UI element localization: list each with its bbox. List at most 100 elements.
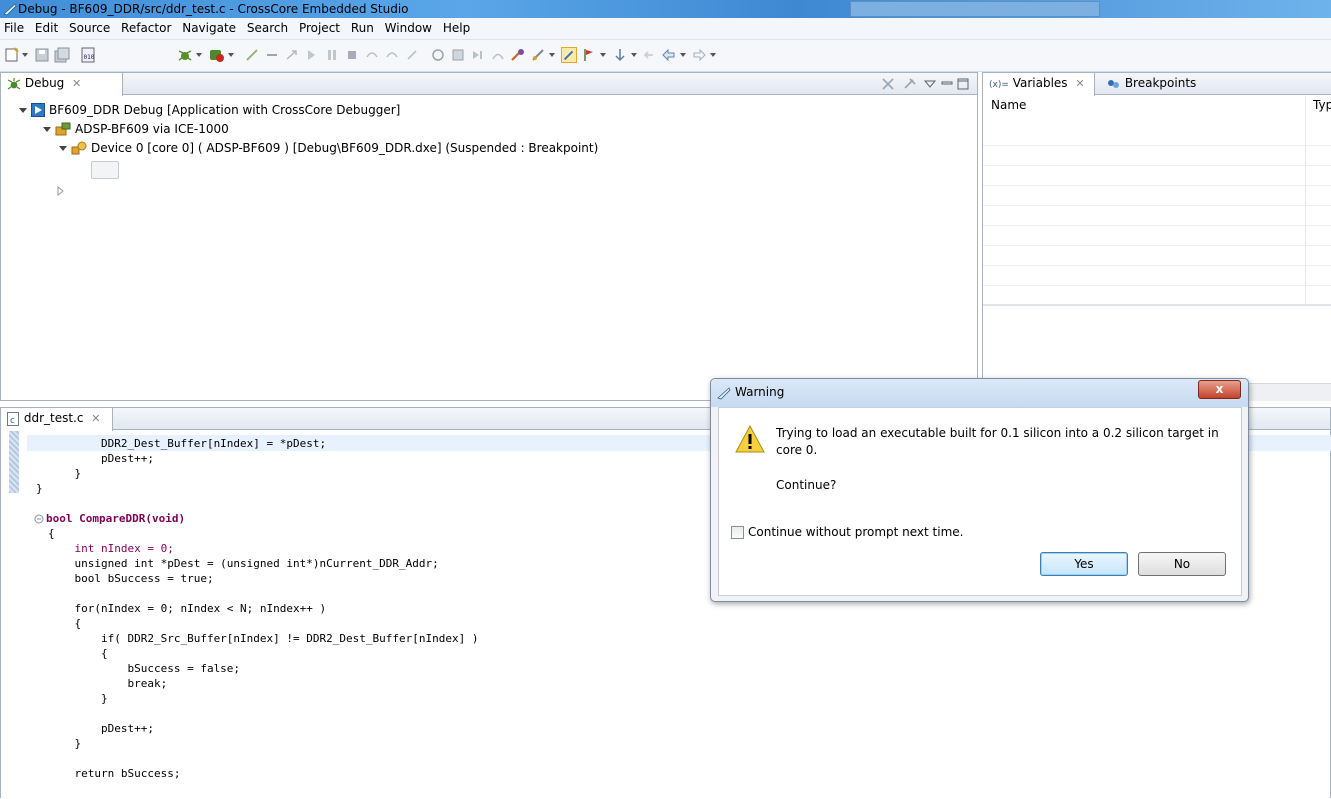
table-row[interactable] <box>983 186 1331 206</box>
close-icon[interactable]: ✕ <box>1075 77 1084 90</box>
remove-terminated-icon[interactable] <box>881 77 897 91</box>
app-icon <box>3 3 17 16</box>
new-icon[interactable] <box>4 47 20 63</box>
forward-icon[interactable] <box>691 47 707 63</box>
col-header-name[interactable]: Name <box>991 98 1026 112</box>
code-line: pDest++; <box>48 452 154 465</box>
table-row[interactable] <box>983 246 1331 266</box>
reload-icon[interactable] <box>430 47 446 63</box>
maximize-icon[interactable] <box>957 78 969 90</box>
tree-row-launch[interactable]: BF609_DDR Debug [Application with CrossC… <box>19 101 400 120</box>
brush-icon[interactable] <box>510 47 526 63</box>
expand-icon[interactable] <box>59 146 67 151</box>
pencil-icon[interactable] <box>561 47 577 63</box>
no-prompt-label[interactable]: Continue without prompt next time. <box>748 525 963 539</box>
step-into-icon[interactable] <box>304 47 320 63</box>
binary-icon[interactable]: 010 <box>80 47 96 63</box>
save-all-icon[interactable] <box>54 47 70 63</box>
menu-navigate[interactable]: Navigate <box>182 18 236 39</box>
collapse-arrow-icon[interactable] <box>57 185 65 197</box>
dialog-titlebar[interactable]: Warning x <box>711 379 1248 407</box>
code-line: for(nIndex = 0; nIndex < N; nIndex++ ) <box>48 602 327 615</box>
back-icon[interactable] <box>661 47 677 63</box>
rocket-icon[interactable] <box>530 47 546 63</box>
memory-icon[interactable] <box>450 47 466 63</box>
close-button[interactable]: x <box>1198 380 1241 399</box>
col-header-type[interactable]: Typ <box>1313 98 1331 112</box>
expand-icon[interactable] <box>19 108 27 113</box>
menu-refactor[interactable]: Refactor <box>121 18 171 39</box>
yes-button[interactable]: Yes <box>1040 552 1128 576</box>
tab-ddr-test-label: ddr_test.c <box>23 411 84 425</box>
disconnect-icon[interactable] <box>284 47 300 63</box>
forward-dropdown-icon[interactable] <box>710 53 716 57</box>
expand-icon[interactable] <box>43 127 51 132</box>
no-button[interactable]: No <box>1138 552 1226 576</box>
menu-window[interactable]: Window <box>385 18 432 39</box>
fold-icon[interactable] <box>34 514 44 524</box>
annotation-dropdown-icon[interactable] <box>600 53 606 57</box>
code-line: { <box>48 647 108 660</box>
terminate-icon[interactable] <box>344 47 360 63</box>
step-line-icon[interactable] <box>490 47 506 63</box>
tree-row-device[interactable]: Device 0 [core 0] ( ADSP-BF609 ) [Debug\… <box>59 139 598 158</box>
menu-search[interactable]: Search <box>247 18 288 39</box>
pause-icon[interactable] <box>324 47 340 63</box>
menu-project[interactable]: Project <box>299 18 340 39</box>
debug-dropdown-icon[interactable] <box>196 53 202 57</box>
stack-frame-placeholder[interactable] <box>91 161 119 179</box>
run-tool-dropdown-icon[interactable] <box>228 53 234 57</box>
code-line: bSuccess = false; <box>48 662 241 675</box>
tab-breakpoints[interactable]: Breakpoints <box>1101 73 1201 95</box>
dialog-message: Trying to load an executable built for 0… <box>776 425 1236 459</box>
resume-icon[interactable] <box>244 47 260 63</box>
menu-edit[interactable]: Edit <box>35 18 58 39</box>
debug-run-icon[interactable] <box>177 47 193 63</box>
last-edit-icon[interactable] <box>641 47 657 63</box>
menu-bar: File Edit Source Refactor Navigate Searc… <box>0 18 1331 40</box>
tab-debug[interactable]: Debug ✕ <box>1 73 123 96</box>
menu-file[interactable]: File <box>4 18 24 39</box>
dialog-message-line-2: core 0. <box>776 443 818 457</box>
app-icon <box>717 387 731 400</box>
no-prompt-checkbox[interactable] <box>731 526 744 539</box>
table-row[interactable] <box>983 226 1331 246</box>
device-icon <box>71 141 87 155</box>
close-icon[interactable]: ✕ <box>72 77 81 90</box>
tab-variables[interactable]: (x)= Variables ✕ <box>983 73 1095 96</box>
table-row[interactable] <box>983 146 1331 166</box>
tree-row-target[interactable]: ADSP-BF609 via ICE-1000 <box>43 120 229 139</box>
drop-to-frame-icon[interactable] <box>404 47 420 63</box>
code-line: { <box>48 527 55 540</box>
table-row[interactable] <box>983 166 1331 186</box>
run-tool-icon[interactable] <box>208 47 224 63</box>
menu-source[interactable]: Source <box>69 18 110 39</box>
suspend-icon[interactable] <box>264 47 280 63</box>
rocket-dropdown-icon[interactable] <box>549 53 555 57</box>
close-icon[interactable]: ✕ <box>91 412 100 425</box>
pin-icon[interactable] <box>902 77 918 91</box>
step-over-icon[interactable] <box>364 47 380 63</box>
view-menu-icon[interactable] <box>924 79 936 89</box>
step-instr-icon[interactable] <box>470 47 486 63</box>
code-line: unsigned int *pDest = (unsigned int*)nCu… <box>48 557 439 570</box>
debug-tabstrip: Debug ✕ <box>1 73 977 96</box>
save-icon[interactable] <box>34 47 50 63</box>
minimize-icon[interactable] <box>941 79 953 89</box>
menu-help[interactable]: Help <box>443 18 470 39</box>
table-row[interactable] <box>983 266 1331 286</box>
table-row[interactable] <box>983 126 1331 146</box>
menu-run[interactable]: Run <box>351 18 374 39</box>
new-dropdown-icon[interactable] <box>22 53 28 57</box>
step-return-icon[interactable] <box>384 47 400 63</box>
tab-ddr-test[interactable]: c ddr_test.c ✕ <box>1 408 113 431</box>
table-row[interactable] <box>983 286 1331 306</box>
tab-debug-label: Debug <box>24 76 65 90</box>
annotation-icon[interactable] <box>581 47 597 63</box>
next-annotation-dropdown-icon[interactable] <box>631 53 637 57</box>
next-annotation-icon[interactable] <box>612 47 628 63</box>
breakpoints-icon <box>1108 79 1119 88</box>
back-dropdown-icon[interactable] <box>680 53 686 57</box>
table-row[interactable] <box>983 206 1331 226</box>
collapsed-thread-row[interactable] <box>57 183 67 197</box>
